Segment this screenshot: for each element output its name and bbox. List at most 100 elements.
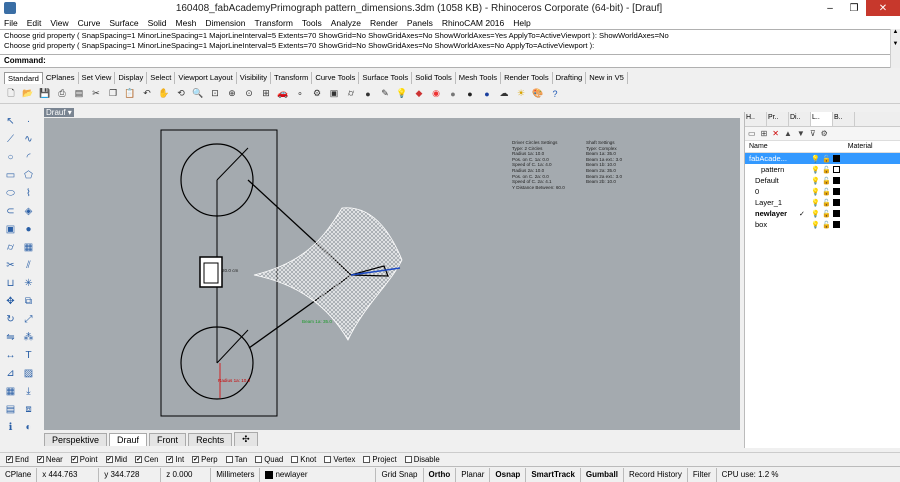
lightbulb-icon[interactable]: 💡 [395,87,409,101]
layer-row[interactable]: box 💡 🔓 [745,219,900,230]
osnap-checkbox[interactable]: ✔ [192,456,200,463]
osnap-checkbox[interactable]: ✔ [135,456,143,463]
current-layer[interactable]: newlayer [260,467,377,482]
gumball-toggle[interactable]: Gumball [581,467,624,482]
column-name[interactable]: Name [749,143,768,150]
close-button[interactable]: ✕ [866,0,900,16]
osnap-mid[interactable]: ✔ Mid [105,455,127,464]
layer-color-swatch[interactable] [833,188,840,195]
layer-color-swatch[interactable] [833,221,840,228]
lock-icon[interactable]: 🔓 [822,221,831,229]
visibility-bulb-icon[interactable]: 💡 [811,188,820,196]
move-down-icon[interactable]: ▼ [797,129,805,138]
move-up-icon[interactable]: ▲ [784,129,792,138]
osnap-checkbox[interactable] [291,456,299,463]
new-layer-icon[interactable]: ▭ [748,129,756,138]
osnap-tan[interactable]: Tan [225,455,247,464]
tab-properties[interactable]: Pr.. [767,112,789,126]
ellipse-icon[interactable]: ⬭ [3,186,18,201]
viewport-drauf[interactable]: Driver Circles Settings Type: 2 Circles … [44,118,740,430]
planar-toggle[interactable]: Planar [456,467,491,482]
open-icon[interactable]: 📂 [21,87,35,101]
command-scrollbar[interactable]: ▲ ▼ [890,29,900,68]
menu-dimension[interactable]: Dimension [205,18,245,28]
osnap-perp[interactable]: ✔ Perp [192,455,218,464]
zoom-selected-icon[interactable]: ⊙ [242,87,256,101]
visibility-bulb-icon[interactable]: 💡 [811,199,820,207]
boolean-union-icon[interactable]: ⊔ [3,276,18,291]
layer-row[interactable]: Default 💡 🔓 [745,175,900,186]
delete-layer-icon[interactable]: ✕ [772,129,779,138]
osnap-checkbox[interactable]: ✔ [105,456,113,463]
menu-rhinocam[interactable]: RhinoCAM 2016 [442,18,504,28]
smarttrack-toggle[interactable]: SmartTrack [526,467,581,482]
tab-transform[interactable]: Transform [271,72,313,84]
tab-perspektive[interactable]: Perspektive [44,433,108,446]
tab-layers[interactable]: L.. [811,112,833,126]
layer-color-swatch[interactable] [833,155,840,162]
menu-analyze[interactable]: Analyze [331,18,361,28]
osnap-checkbox[interactable]: ✔ [36,456,44,463]
menu-surface[interactable]: Surface [109,18,138,28]
menu-tools[interactable]: Tools [302,18,322,28]
split-icon[interactable]: ⫽ [21,258,36,273]
tab-viewport-layout[interactable]: Viewport Layout [175,72,237,84]
menu-transform[interactable]: Transform [254,18,292,28]
osnap-checkbox[interactable]: ✔ [6,456,13,463]
pan-icon[interactable]: ✋ [157,87,171,101]
units[interactable]: Millimeters [211,467,261,482]
menu-mesh[interactable]: Mesh [176,18,197,28]
fog-icon[interactable]: ☁ [497,87,511,101]
layer-row[interactable]: Layer_1 💡 🔓 [745,197,900,208]
point-tool-icon[interactable]: · [21,114,36,129]
tab-help[interactable]: H.. [745,112,767,126]
menu-solid[interactable]: Solid [148,18,167,28]
osnap-checkbox[interactable] [255,456,263,463]
osnap-cen[interactable]: ✔ Cen [135,455,158,464]
lock-icon[interactable]: 🔓 [822,166,831,174]
tab-display[interactable]: Display [115,72,148,84]
layer-color-swatch[interactable] [833,210,840,217]
trim-icon[interactable]: ✂ [3,258,18,273]
undo-icon[interactable]: ↶ [140,87,154,101]
layer-row[interactable]: pattern 💡 🔓 [745,164,900,175]
car-icon[interactable]: 🚗 [276,87,290,101]
osnap-end[interactable]: ✔ End [6,455,29,464]
scale-icon[interactable]: ⤢ [21,312,36,327]
layer-options-icon[interactable]: ⚙ [821,129,828,138]
visibility-bulb-icon[interactable]: 💡 [811,221,820,229]
grid-icon[interactable]: ▦ [3,384,18,399]
tab-drafting[interactable]: Drafting [553,72,587,84]
tab-set-view[interactable]: Set View [79,72,116,84]
osnap-checkbox[interactable] [324,456,332,463]
layer-row[interactable]: 0 💡 🔓 [745,186,900,197]
osnap-checkbox[interactable] [225,456,233,463]
sphere-icon[interactable]: ● [361,87,375,101]
osnap-checkbox[interactable] [404,456,412,463]
layer-row[interactable]: fabAcade... 💡 🔓 [745,153,900,164]
tab-surface-tools[interactable]: Surface Tools [359,72,413,84]
rectangle-icon[interactable]: ▭ [3,168,18,183]
sun-icon[interactable]: ☀ [514,87,528,101]
circle-icon[interactable]: ○ [3,150,18,165]
lock-icon[interactable]: 🔓 [822,210,831,218]
command-input[interactable]: Command: [0,55,900,68]
tab-visibility[interactable]: Visibility [237,72,272,84]
cylinder-solid-icon[interactable]: ⌭ [3,240,18,255]
project-icon[interactable]: ⤓ [21,384,36,399]
offset-icon[interactable]: ⊂ [3,204,18,219]
visibility-bulb-icon[interactable]: 💡 [811,166,820,174]
layer-row[interactable]: newlayer ✓ 💡 🔓 [745,208,900,219]
lock-icon[interactable]: 🔓 [822,188,831,196]
menu-render[interactable]: Render [370,18,398,28]
text-icon[interactable]: T [21,348,36,363]
4-views-icon[interactable]: ⊞ [259,87,273,101]
rhino-app-icon[interactable] [4,2,16,14]
arc-icon[interactable]: ◜ [21,150,36,165]
lock-icon[interactable]: 🔓 [822,155,831,163]
print-icon[interactable]: ⎙ [55,87,69,101]
column-material[interactable]: Material [848,143,873,150]
menu-view[interactable]: View [50,18,68,28]
osnap-disable[interactable]: Disable [404,455,440,464]
tab-standard[interactable]: Standard [4,72,43,84]
